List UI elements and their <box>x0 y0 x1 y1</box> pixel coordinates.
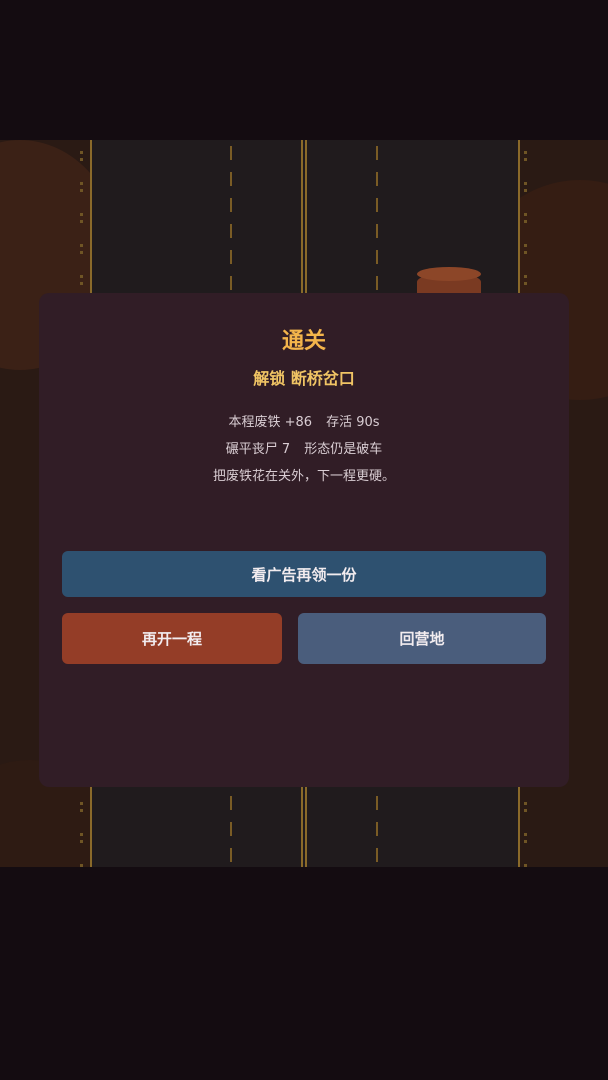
unlock-text: 解锁 断桥岔口 <box>253 369 355 388</box>
run-stats-line: 本程废铁 +86 存活 90s <box>39 411 569 430</box>
dialog-title: 通关 <box>281 329 326 354</box>
game-screen: 通关 解锁 断桥岔口 本程废铁 +86 存活 90s 碾平丧尸 7 形态仍是破车 把… <box>0 0 608 1080</box>
scrap-earned: 本程废铁 +86 <box>228 415 313 430</box>
zombies-crushed: 碾平丧尸 7 <box>225 442 291 457</box>
survive-time: 存活 90s <box>326 415 380 430</box>
vehicle-form: 形态仍是破车 <box>304 442 383 457</box>
return-camp-button[interactable]: 回营地 <box>298 613 546 664</box>
run-stats-line: 碾平丧尸 7 形态仍是破车 <box>39 438 569 457</box>
tip-text: 把废铁花在关外，下一程更硬。 <box>212 469 395 484</box>
restart-run-button[interactable]: 再开一程 <box>62 613 282 664</box>
watch-ad-double-button[interactable]: 看广告再领一份 <box>62 551 546 597</box>
level-complete-dialog: 通关 解锁 断桥岔口 本程废铁 +86 存活 90s 碾平丧尸 7 形态仍是破车 把… <box>39 293 569 787</box>
